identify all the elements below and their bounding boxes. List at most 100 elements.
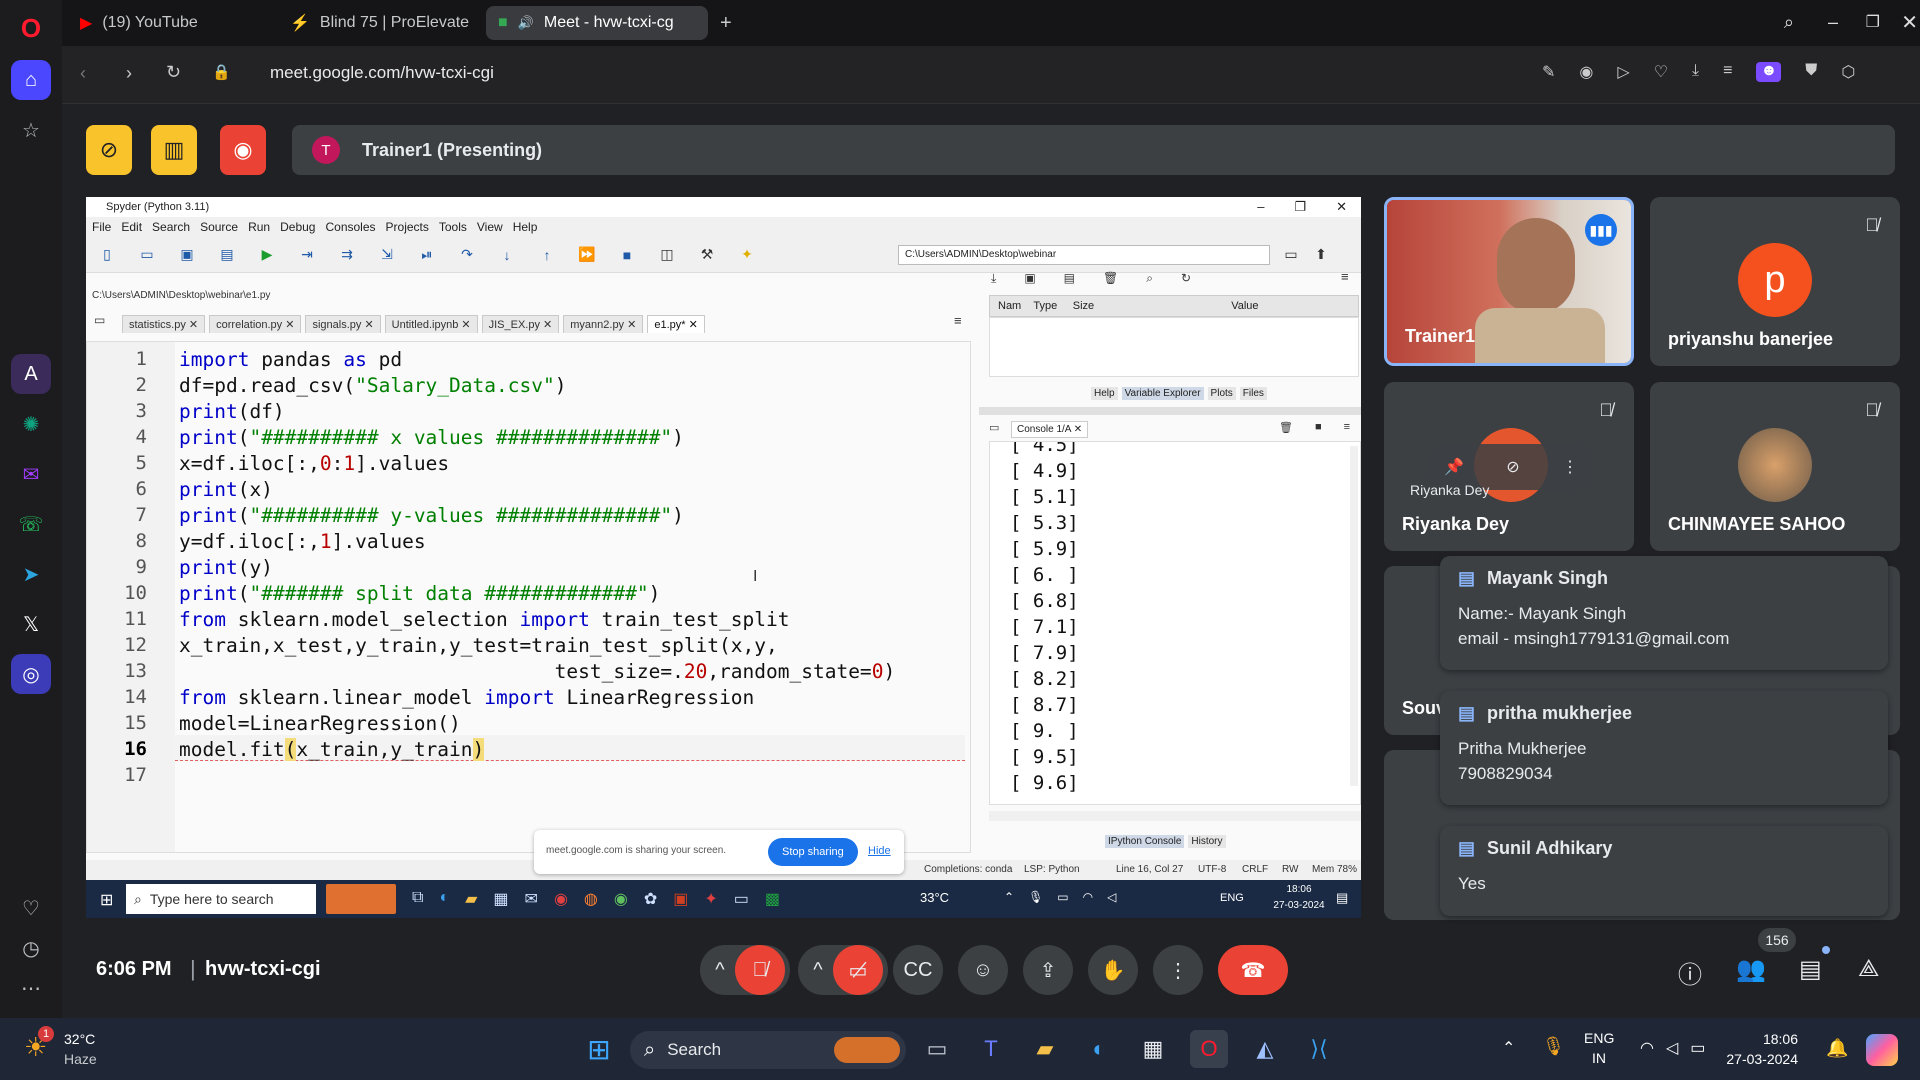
file-explorer-icon[interactable]: ▰	[465, 889, 477, 909]
editor-options-icon[interactable]: ≡	[954, 313, 962, 328]
search-tabs-icon[interactable]: ⌕	[1784, 12, 1794, 33]
console-hscrollbar[interactable]	[989, 811, 1361, 821]
editor-tab[interactable]: Untitled.ipynb ✕	[384, 315, 478, 333]
import-data-icon[interactable]: ⤓	[991, 271, 996, 286]
python-path-icon[interactable]: ✦	[738, 246, 756, 264]
remote-desktop-icon[interactable]: ▭	[734, 889, 749, 909]
editor-tab[interactable]: JIS_EX.py ✕	[481, 315, 560, 333]
console-browse-icon[interactable]: ▭	[989, 421, 999, 434]
menu-edit[interactable]: Edit	[121, 220, 142, 234]
history-icon[interactable]: ◷	[11, 928, 51, 968]
restore-icon[interactable]: ❐	[1866, 12, 1880, 32]
spyder-icon[interactable]: ✦	[704, 889, 717, 909]
clock-time[interactable]: 18:06	[1738, 1031, 1798, 1047]
chevron-up-icon[interactable]: ⌃	[1502, 1038, 1515, 1058]
windows-start-icon[interactable]: ⊞	[100, 890, 113, 910]
tab-variable-explorer[interactable]: Variable Explorer	[1121, 387, 1204, 400]
editor-tab[interactable]: myann2.py ✕	[563, 315, 644, 333]
messenger-icon[interactable]: ✉	[11, 454, 51, 494]
new-tab-button[interactable]: +	[708, 6, 744, 40]
present-icon[interactable]: ⇪	[1023, 945, 1073, 995]
discord-icon[interactable]: ◎	[11, 654, 51, 694]
lang[interactable]: ENG	[1220, 892, 1244, 904]
tile-riyanka[interactable]: 🎙̸ 📌 ⊘ ⋮ Riyanka Dey Riyanka Dey	[1384, 382, 1634, 551]
close-window-icon[interactable]: ✕	[1901, 10, 1918, 35]
menu-help[interactable]: Help	[513, 220, 538, 234]
monitor-app-icon[interactable]: ◭	[1246, 1030, 1284, 1068]
stop-icon[interactable]: ■	[618, 246, 636, 264]
tab-help[interactable]: Help	[1091, 387, 1118, 400]
wifi-icon[interactable]: ◠	[1083, 890, 1093, 904]
col-type[interactable]: Type	[1033, 300, 1072, 312]
preferences-icon[interactable]: ⚒	[698, 246, 716, 264]
chevron-up-icon[interactable]: ^	[705, 959, 735, 982]
menu-debug[interactable]: Debug	[280, 220, 315, 234]
opera-logo-icon[interactable]: O	[11, 8, 51, 48]
console-options-icon[interactable]: ≡	[1344, 421, 1350, 434]
tab-ipython-console[interactable]: IPython Console	[1105, 835, 1185, 848]
lang-top[interactable]: ENG	[1584, 1030, 1614, 1046]
minimize-icon[interactable]: –	[1828, 12, 1838, 33]
chat-notification[interactable]: ▤ Sunil Adhikary Yes	[1440, 826, 1888, 916]
console-scrollbar[interactable]	[1350, 446, 1358, 786]
file-explorer-icon[interactable]: ▰	[1026, 1030, 1064, 1068]
wifi-icon[interactable]: ◠	[1640, 1038, 1654, 1058]
col-name[interactable]: Nam	[990, 300, 1033, 312]
editor-tab[interactable]: signals.py ✕	[305, 315, 381, 333]
back-icon[interactable]: ‹	[80, 63, 86, 84]
app-icon[interactable]: ✿	[644, 889, 657, 909]
menu-run[interactable]: Run	[248, 220, 270, 234]
copilot-icon[interactable]	[1866, 1034, 1898, 1066]
task-view-icon[interactable]: ▭	[918, 1030, 956, 1068]
menu-tools[interactable]: Tools	[439, 220, 467, 234]
chatgpt-icon[interactable]: ✺	[11, 404, 51, 444]
captions-off-icon[interactable]: ⊘	[86, 125, 132, 175]
captions-button[interactable]: CC	[893, 945, 943, 995]
more-icon[interactable]: ⋯	[11, 968, 51, 1008]
star-icon[interactable]: ☆	[11, 110, 51, 150]
tab-youtube[interactable]: ▶ (19) YouTube	[68, 6, 278, 40]
save-all-icon[interactable]: ▤	[218, 246, 236, 264]
heart-icon[interactable]: ♡	[11, 888, 51, 928]
remove-icon[interactable]: ⊘	[1506, 457, 1519, 477]
emoji-icon[interactable]: ☺	[958, 945, 1008, 995]
tile-chinmayee[interactable]: 🎙̸ CHINMAYEE SAHOO	[1650, 382, 1900, 551]
volume-icon[interactable]: ◁	[1107, 890, 1116, 904]
menu-icon[interactable]: ≡	[1723, 62, 1732, 82]
minimize-icon[interactable]: –	[1257, 199, 1264, 215]
notification-bell-icon[interactable]: 🔔	[1826, 1038, 1848, 1059]
run-selection-icon[interactable]: ⇲	[378, 246, 396, 264]
mic-off-button[interactable]: 🎙̸	[735, 945, 785, 995]
menu-file[interactable]: File	[92, 220, 111, 234]
refresh-icon[interactable]: ↻	[1181, 271, 1191, 286]
step-out-icon[interactable]: ↑	[538, 246, 556, 264]
menu-search[interactable]: Search	[152, 220, 190, 234]
open-folder-icon[interactable]: ▭	[138, 246, 156, 264]
tab-plots[interactable]: Plots	[1207, 387, 1236, 400]
interrupt-icon[interactable]: ■	[1315, 421, 1322, 434]
leave-call-button[interactable]: ☎	[1218, 945, 1288, 995]
splitter[interactable]	[979, 407, 1361, 415]
continue-icon[interactable]: ⏩	[578, 246, 596, 264]
excel-icon[interactable]: ▩	[765, 889, 780, 909]
pin-icon[interactable]: 📌	[1444, 457, 1464, 477]
whatsapp-icon[interactable]: ☏	[11, 504, 51, 544]
editor-tab[interactable]: correlation.py ✕	[209, 315, 302, 333]
volume-icon[interactable]: ◁	[1666, 1038, 1678, 1058]
col-value[interactable]: Value	[1132, 300, 1358, 312]
run-cell-advance-icon[interactable]: ⇉	[338, 246, 356, 264]
store-icon[interactable]: ▦	[493, 889, 508, 909]
edge-icon[interactable]: ◐	[439, 889, 449, 909]
telegram-icon[interactable]: ➤	[11, 554, 51, 594]
taskbar-search[interactable]: ⌕ Type here to search	[126, 884, 316, 914]
more-options-icon[interactable]: ⋮	[1562, 457, 1578, 477]
close-icon[interactable]: ✕	[1336, 199, 1347, 215]
firefox-icon[interactable]: ◍	[584, 889, 598, 909]
layout-icon[interactable]: ▥	[151, 125, 197, 175]
chevron-up-icon[interactable]: ^	[803, 959, 833, 982]
step-icon[interactable]: ↷	[458, 246, 476, 264]
save-as-icon[interactable]: ▤	[1064, 271, 1075, 286]
run-icon[interactable]: ▶	[258, 246, 276, 264]
clock-date[interactable]: 27-03-2024	[1718, 1051, 1798, 1067]
chat-notification[interactable]: ▤ Mayank Singh Name:- Mayank Singh email …	[1440, 556, 1888, 670]
